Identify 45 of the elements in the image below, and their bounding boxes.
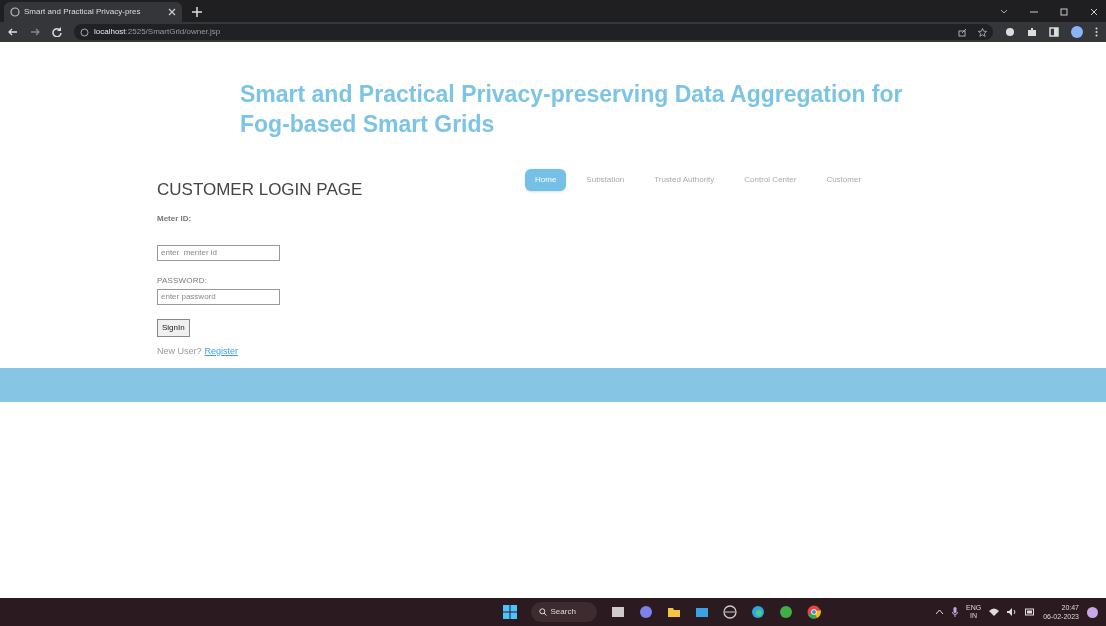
task-view-icon[interactable]: [610, 605, 625, 619]
notification-icon[interactable]: [1087, 606, 1098, 618]
browser-icon[interactable]: [750, 605, 765, 619]
chevron-up-icon[interactable]: [935, 609, 945, 615]
mail-icon[interactable]: [694, 605, 709, 619]
puzzle-icon[interactable]: [1027, 27, 1037, 37]
tab-title: Smart and Practical Privacy-pres: [24, 6, 142, 18]
close-icon[interactable]: [1090, 8, 1098, 16]
windows-icon[interactable]: [502, 605, 517, 619]
taskbar-search[interactable]: Search: [530, 602, 597, 622]
reload-icon[interactable]: [52, 27, 62, 37]
globe-icon: [10, 7, 20, 17]
back-icon[interactable]: [8, 27, 18, 37]
chrome-icon[interactable]: [806, 605, 821, 619]
app-icon[interactable]: [778, 605, 793, 619]
info-icon: [80, 27, 89, 37]
menu-icon[interactable]: [1095, 27, 1098, 37]
circle-logo-icon[interactable]: [722, 605, 737, 619]
search-icon: [538, 608, 547, 616]
input-field[interactable]: enter menter id: [157, 244, 280, 261]
page-heading: CUSTOMER LOGIN PAGE: [157, 179, 364, 201]
chevron-down-icon[interactable]: [1000, 9, 1008, 15]
microphone-icon[interactable]: [952, 607, 959, 617]
signin-button[interactable]: SignIn: [157, 318, 190, 337]
site-title: Smart and Practical Privacy-preserving Data Aggregation for Fog-based Smart Grids: [240, 80, 904, 139]
address-bar[interactable]: localhost:2525/SmartGrid/owner.jsp: [74, 24, 993, 40]
close-icon[interactable]: [168, 8, 176, 16]
sidebar-icon[interactable]: [1049, 27, 1059, 37]
battery-icon[interactable]: [1025, 608, 1036, 616]
forward-icon[interactable]: [30, 27, 40, 37]
new-tab-icon[interactable]: [192, 7, 202, 17]
maximize-icon[interactable]: [1060, 8, 1068, 16]
share-icon[interactable]: [958, 27, 967, 37]
url-text: localhost:2525/SmartGrid/owner.jsp: [94, 26, 221, 38]
field-label: Meter ID:: [157, 212, 193, 225]
chat-icon[interactable]: [638, 605, 653, 619]
folder-icon[interactable]: [666, 605, 681, 619]
avatar-icon[interactable]: [1071, 26, 1083, 38]
browser-tab[interactable]: Smart and Practical Privacy-pres: [4, 2, 182, 22]
input-field[interactable]: enter password: [157, 288, 280, 305]
star-icon[interactable]: [978, 27, 987, 37]
speaker-icon[interactable]: [1007, 608, 1018, 616]
new-user-text: New User?: [157, 344, 202, 358]
field-label: PASSWORD:: [157, 274, 209, 287]
wifi-icon[interactable]: [989, 608, 1000, 616]
